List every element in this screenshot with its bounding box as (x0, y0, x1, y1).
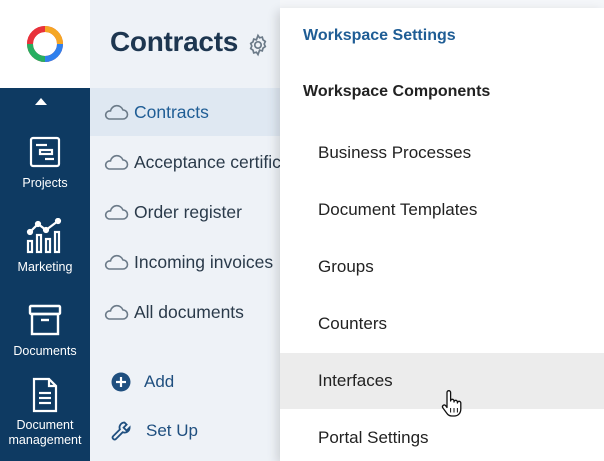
plus-circle-icon (111, 372, 131, 392)
workspace-item-label: Incoming invoices (134, 251, 274, 272)
page-title: Contracts (110, 26, 238, 57)
nav-item-document-management[interactable]: Document management (0, 375, 90, 448)
main-nav-rail: Projects Marketing Documents Document ma… (0, 0, 90, 461)
app-logo-icon (27, 26, 63, 62)
workspace-item-label: All documents (134, 301, 244, 322)
cloud-icon (104, 204, 129, 220)
nav-label: Documents (13, 344, 77, 358)
workspace-item-contracts[interactable]: Contracts (90, 88, 280, 136)
setup-button[interactable]: Set Up (110, 419, 198, 443)
nav-item-marketing[interactable]: Marketing (0, 216, 90, 275)
nav-label: Projects (22, 176, 68, 190)
marketing-chart-icon (25, 216, 65, 256)
workspace-item-incoming-invoices[interactable]: Incoming invoices (90, 238, 280, 286)
workspace-item-order-register[interactable]: Order register (90, 188, 280, 236)
menu-section-title: Workspace Components (303, 83, 491, 100)
add-button[interactable]: Add (110, 371, 174, 393)
app-logo[interactable] (0, 0, 90, 88)
projects-icon (25, 132, 65, 172)
wrench-icon (111, 421, 131, 441)
cloud-icon (104, 104, 129, 120)
nav-item-projects[interactable]: Projects (0, 132, 90, 191)
workspace-item-label: Order register (134, 201, 242, 222)
gear-icon[interactable] (246, 33, 270, 57)
hand-pointer-icon (441, 390, 462, 417)
setup-button-label: Set Up (146, 421, 198, 440)
menu-item-business-processes[interactable]: Business Processes (280, 125, 604, 181)
menu-item-document-templates[interactable]: Document Templates (280, 182, 604, 238)
add-button-label: Add (144, 372, 175, 391)
workspace-panel: Contracts Contracts Acceptance certifica… (90, 0, 280, 461)
archive-box-icon (25, 300, 65, 340)
menu-item-workspace-settings[interactable]: Workspace Settings (303, 27, 456, 45)
workspace-item-label: Acceptance certificates (134, 151, 280, 172)
document-icon (25, 375, 65, 415)
workspace-item-label: Contracts (134, 101, 209, 122)
cloud-icon (104, 304, 129, 320)
workspace-item-all-documents[interactable]: All documents (90, 288, 280, 336)
workspace-item-acceptance-certificates[interactable]: Acceptance certificates (90, 138, 280, 186)
menu-item-groups[interactable]: Groups (280, 239, 604, 295)
caret-up-icon[interactable] (35, 98, 47, 105)
nav-item-documents[interactable]: Documents (0, 300, 90, 359)
cloud-icon (104, 254, 129, 270)
nav-label: Marketing (17, 260, 73, 274)
menu-item-counters[interactable]: Counters (280, 296, 604, 352)
cloud-icon (104, 154, 129, 170)
nav-label: Document management (8, 418, 82, 447)
